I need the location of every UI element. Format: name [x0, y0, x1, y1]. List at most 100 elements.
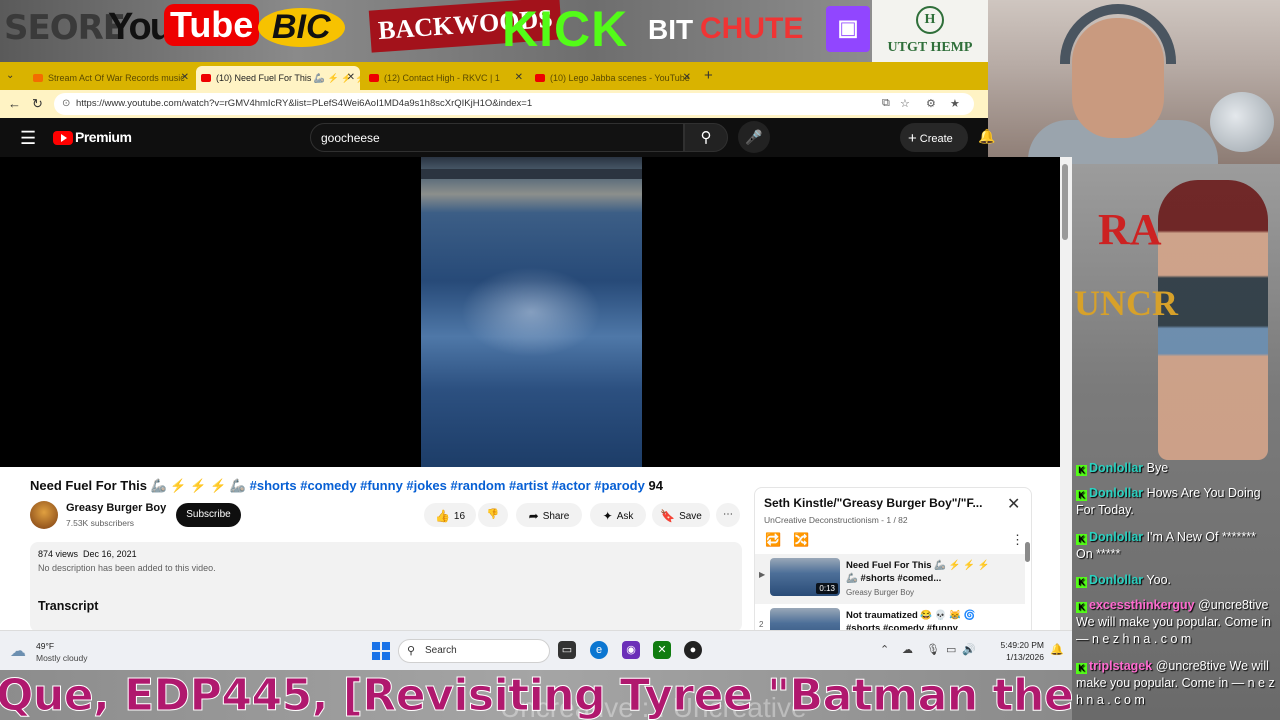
- playlist-title[interactable]: Seth Kinstle/"Greasy Burger Boy"/"F...: [764, 496, 982, 510]
- youtube-premium-label[interactable]: Premium: [75, 129, 132, 145]
- favorites-icon[interactable]: ★: [950, 97, 960, 110]
- playlist-item-index: 2: [759, 620, 764, 629]
- shuffle-icon[interactable]: 🔀: [793, 532, 809, 548]
- bridge-silhouette: [421, 169, 642, 179]
- playlist-scrollbar[interactable]: [1025, 542, 1030, 562]
- notification-icon[interactable]: 🔔: [1050, 643, 1064, 656]
- create-button[interactable]: + Create: [900, 123, 968, 152]
- ask-label: Ask: [616, 511, 634, 522]
- tab-stream-act-of-war[interactable]: Stream Act Of War Records music ✕: [28, 66, 194, 90]
- site-info-icon[interactable]: ⊙: [62, 98, 70, 109]
- share-label: Share: [542, 511, 570, 522]
- obs-app-icon[interactable]: ◉: [622, 641, 640, 659]
- close-tab-icon[interactable]: ✕: [515, 72, 523, 83]
- url-text: https://www.youtube.com/watch?v=rGMV4hmI…: [76, 98, 533, 109]
- clock-date: 1/13/2026: [1006, 652, 1044, 662]
- youtube-logo-icon[interactable]: [53, 131, 73, 145]
- playlist-owner[interactable]: UnCreative Deconstructionism: [764, 515, 879, 525]
- watch-page-body: Need Fuel For This 🦾 ⚡ ⚡ ⚡ 🦾 #shorts #co…: [0, 467, 1060, 637]
- loop-icon[interactable]: 🔁: [765, 532, 781, 548]
- close-tab-icon[interactable]: ✕: [181, 72, 189, 83]
- kick-badge-icon: K: [1076, 577, 1087, 588]
- tab-search-chevron-icon[interactable]: ⌄: [6, 70, 14, 81]
- kick-badge-icon: K: [1076, 663, 1087, 674]
- xbox-icon[interactable]: ✕: [653, 641, 671, 659]
- thumbs-up-icon: 👍: [434, 509, 450, 523]
- video-duration: 0:13: [816, 583, 838, 594]
- tab-lego-jabba[interactable]: (10) Lego Jabba scenes - YouTube ✕: [530, 66, 696, 90]
- hemp-logo: H UTGT HEMP: [872, 0, 988, 62]
- subscriber-count: 7.53K subscribers: [66, 518, 135, 528]
- more-actions-button[interactable]: ⋯: [716, 503, 740, 527]
- hamburger-menu-icon[interactable]: ☰: [20, 128, 36, 149]
- taskbar-search[interactable]: ⚲ Search: [398, 639, 550, 663]
- playlist-item-title: Need Fuel For This 🦾 ⚡ ⚡ ⚡ 🦾 #shorts #co…: [846, 560, 990, 584]
- recording-app-icon[interactable]: ●: [684, 641, 702, 659]
- notifications-bell-icon[interactable]: 🔔: [978, 128, 995, 145]
- video-frame[interactable]: [421, 157, 642, 467]
- channel-name[interactable]: Greasy Burger Boy: [66, 502, 166, 514]
- like-button[interactable]: 👍 16: [424, 503, 476, 527]
- webcam-feed: [988, 0, 1280, 164]
- kick-logo: KICK: [502, 1, 629, 57]
- voice-search-button[interactable]: 🎤: [738, 121, 770, 153]
- playlist-more-icon[interactable]: ⋮: [1011, 532, 1024, 548]
- share-button[interactable]: ➦ Share: [516, 503, 582, 527]
- search-input[interactable]: goocheese: [310, 123, 684, 152]
- ask-button[interactable]: ✦ Ask: [590, 503, 646, 527]
- tab-contact-high[interactable]: (12) Contact High - RKVC | 1 ✕: [364, 66, 528, 90]
- stream-overlay-panel: RA UNCR K Donlollar Bye K Donlollar Hows A…: [1072, 164, 1280, 720]
- create-label: Create: [919, 133, 953, 145]
- volume-icon[interactable]: 🔊: [962, 643, 976, 656]
- tab-need-fuel[interactable]: (10) Need Fuel For This 🦾 ⚡ ⚡ ⚡ ✕: [196, 66, 360, 90]
- system-clock[interactable]: 5:49:20 PM 1/13/2026: [990, 639, 1044, 663]
- close-tab-icon[interactable]: ✕: [683, 72, 691, 83]
- subscribe-button[interactable]: Subscribe: [176, 503, 241, 527]
- extensions-icon[interactable]: ⚙: [926, 97, 936, 110]
- hemp-logo-text: UTGT HEMP: [887, 40, 973, 55]
- description-box[interactable]: 874 views Dec 16, 2021 No description ha…: [30, 542, 742, 632]
- back-icon[interactable]: ←: [8, 96, 21, 111]
- close-tab-icon[interactable]: ✕: [347, 72, 355, 83]
- save-button[interactable]: 🔖 Save: [652, 503, 710, 527]
- upload-date: Dec 16, 2021: [83, 549, 137, 559]
- soundcloud-icon: [33, 74, 43, 82]
- video-hashtags[interactable]: #shorts #comedy #funny #jokes #random #a…: [250, 478, 645, 493]
- task-view-icon[interactable]: ▭: [558, 641, 576, 659]
- display-icon[interactable]: ▭: [946, 643, 956, 656]
- youtube-logo-you: You: [108, 6, 173, 48]
- onedrive-icon[interactable]: ☁: [902, 643, 913, 656]
- video-player[interactable]: [0, 157, 1060, 467]
- new-tab-icon[interactable]: +: [704, 67, 713, 84]
- chat-text: Bye: [1146, 461, 1169, 475]
- page-scrollbar-thumb[interactable]: [1062, 164, 1068, 240]
- chat-username: Donlollar: [1089, 530, 1144, 544]
- tab-label: Stream Act Of War Records music: [48, 73, 185, 83]
- favorite-star-icon[interactable]: ☆: [900, 97, 910, 110]
- microphone-icon: 🎤: [745, 129, 763, 145]
- open-in-app-icon[interactable]: ⧉: [882, 97, 890, 110]
- search-button[interactable]: ⚲: [684, 123, 728, 152]
- close-playlist-icon[interactable]: ✕: [1007, 494, 1020, 514]
- tab-strip: ⌄ Stream Act Of War Records music ✕ (10)…: [0, 62, 988, 90]
- kick-badge-icon: K: [1076, 490, 1087, 501]
- kick-badge-icon: K: [1076, 465, 1087, 476]
- search-icon: ⚲: [407, 645, 416, 657]
- channel-avatar[interactable]: [30, 501, 58, 529]
- search-icon: ⚲: [700, 129, 712, 146]
- chat-message: K Donlollar Hows Are You Doing For Today.: [1076, 485, 1276, 519]
- edge-browser-icon[interactable]: e: [590, 641, 608, 659]
- reload-icon[interactable]: ↻: [32, 96, 43, 112]
- share-icon: ➦: [528, 509, 539, 523]
- url-field[interactable]: ⊙ https://www.youtube.com/watch?v=rGMV4h…: [54, 93, 974, 115]
- youtube-icon: [369, 74, 379, 82]
- microphone-tray-icon[interactable]: 🎙: [926, 643, 940, 656]
- video-title-suffix: 94: [648, 478, 663, 493]
- playlist-item[interactable]: ▶ 0:13 Need Fuel For This 🦾 ⚡ ⚡ ⚡ 🦾 #sho…: [755, 554, 1025, 604]
- transcript-heading: Transcript: [38, 599, 99, 613]
- tray-overflow-icon[interactable]: ⌃: [880, 643, 889, 656]
- dislike-button[interactable]: 👎: [478, 503, 508, 527]
- description-text: No description has been added to this vi…: [38, 563, 216, 573]
- start-button[interactable]: [372, 642, 390, 660]
- tab-label: (12) Contact High - RKVC | 1: [384, 73, 500, 83]
